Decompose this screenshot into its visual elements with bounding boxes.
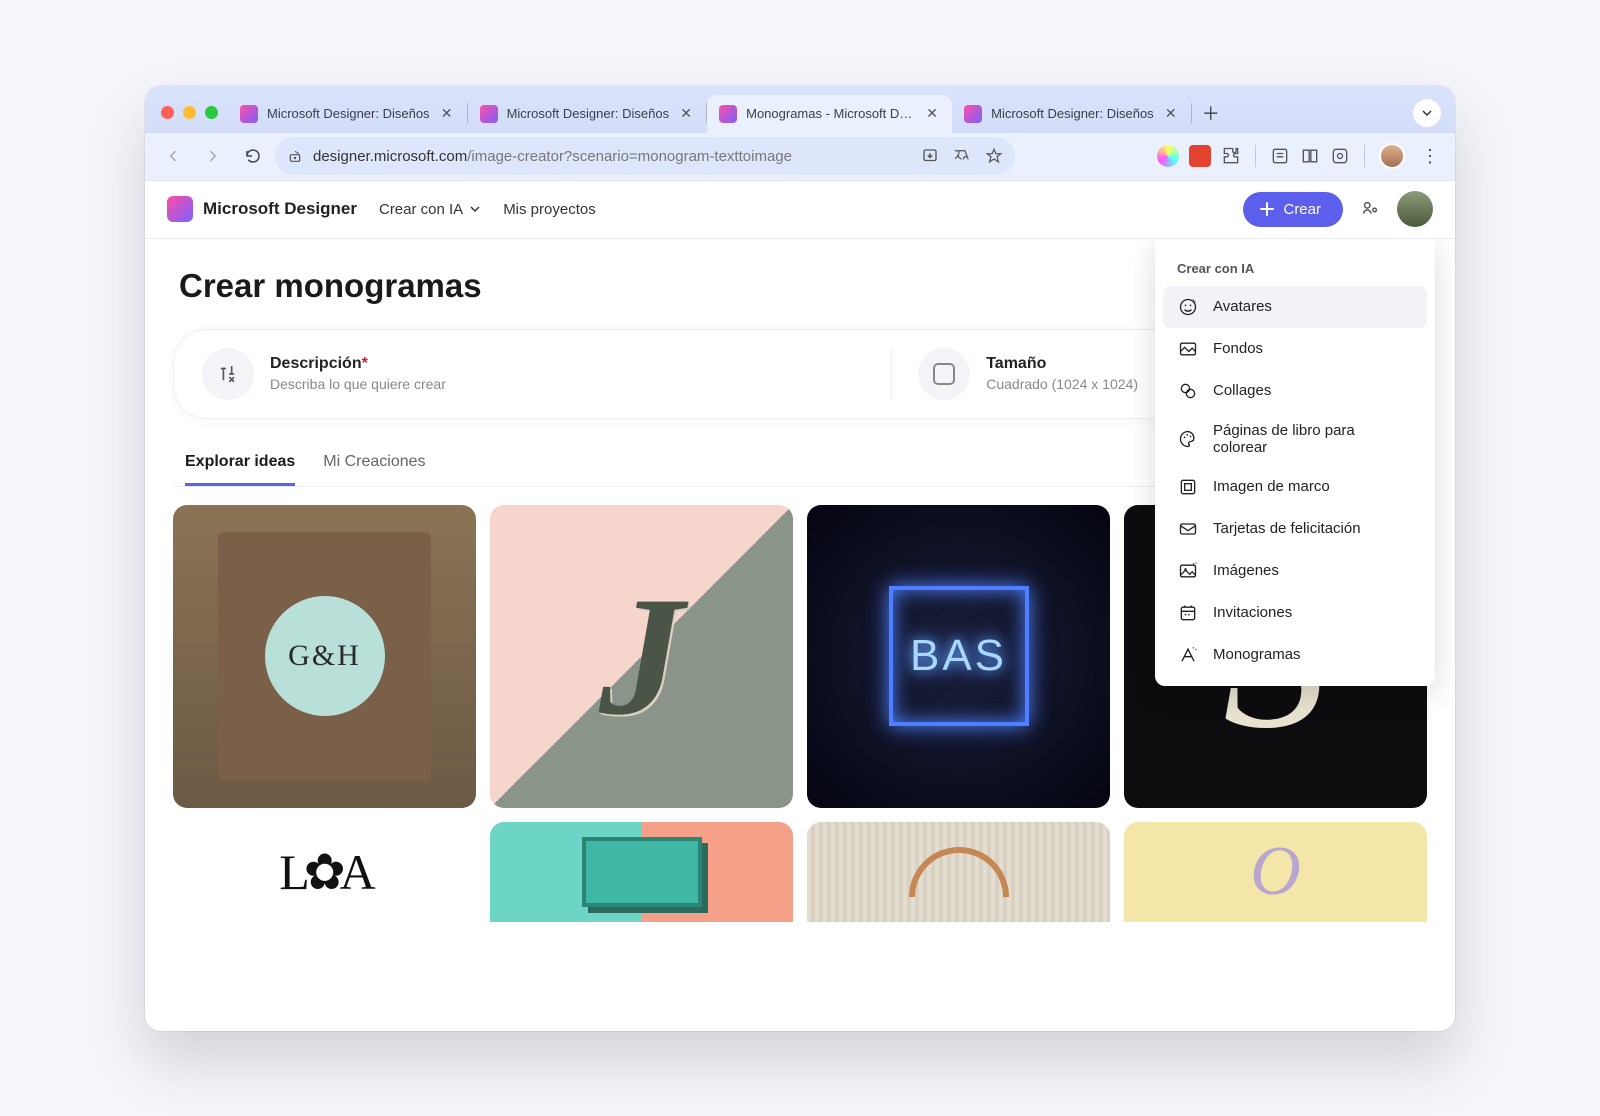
extension-icon[interactable]: [1189, 145, 1211, 167]
tab-title: Microsoft Designer: Diseños: [507, 106, 670, 121]
dropdown-item-fondos[interactable]: Fondos: [1163, 328, 1427, 370]
description-icon: [202, 348, 254, 400]
idea-card[interactable]: [807, 822, 1110, 922]
close-tab-icon[interactable]: ✕: [678, 106, 694, 122]
dropdown-item-avatares[interactable]: Avatares: [1163, 286, 1427, 328]
calendar-icon: [1177, 602, 1199, 624]
install-app-icon[interactable]: [921, 147, 939, 165]
page-body: Crear monogramas Descripción* Describa l…: [145, 239, 1455, 1031]
bookmark-icon[interactable]: [985, 147, 1003, 165]
dropdown-item-monograms[interactable]: Monogramas: [1163, 634, 1427, 676]
dropdown-item-images[interactable]: Imágenes: [1163, 550, 1427, 592]
window-controls: [155, 106, 228, 133]
share-icon[interactable]: [1359, 198, 1381, 220]
close-window[interactable]: [161, 106, 174, 119]
site-info-icon[interactable]: [287, 148, 303, 164]
size-icon: [918, 348, 970, 400]
favicon: [964, 105, 982, 123]
dropdown-item-cards[interactable]: Tarjetas de felicitación: [1163, 508, 1427, 550]
collage-icon: [1177, 380, 1199, 402]
dropdown-item-frame[interactable]: Imagen de marco: [1163, 466, 1427, 508]
dropdown-item-invitations[interactable]: Invitaciones: [1163, 592, 1427, 634]
tabs: Microsoft Designer: Diseños ✕ Microsoft …: [228, 86, 1445, 133]
idea-card[interactable]: BAS: [807, 505, 1110, 808]
tab-4[interactable]: Microsoft Designer: Diseños ✕: [952, 95, 1191, 133]
tab-3-active[interactable]: Monogramas - Microsoft Designer ✕: [707, 95, 952, 133]
idea-card[interactable]: [490, 822, 793, 922]
back-button[interactable]: [155, 138, 191, 174]
tab-title: Microsoft Designer: Diseños: [267, 106, 430, 121]
profile-avatar[interactable]: [1379, 143, 1405, 169]
frame-icon: [1177, 476, 1199, 498]
tab-explore[interactable]: Explorar ideas: [185, 453, 295, 486]
close-tab-icon[interactable]: ✕: [439, 106, 455, 122]
favicon: [719, 105, 737, 123]
idea-card[interactable]: G&H: [173, 505, 476, 808]
maximize-window[interactable]: [205, 106, 218, 119]
close-tab-icon[interactable]: ✕: [924, 106, 940, 122]
description-field[interactable]: Descripción* Describa lo que quiere crea…: [270, 355, 446, 392]
palette-icon: [1177, 428, 1199, 450]
dropdown-item-collages[interactable]: Collages: [1163, 370, 1427, 412]
url: designer.microsoft.com/image-creator?sce…: [313, 148, 792, 165]
translate-icon[interactable]: [953, 147, 971, 165]
brand-logo: [167, 196, 193, 222]
favicon: [240, 105, 258, 123]
nav-create-ai[interactable]: Crear con IA: [379, 201, 481, 218]
forward-button[interactable]: [195, 138, 231, 174]
chevron-down-icon: [469, 203, 481, 215]
tab-strip: Microsoft Designer: Diseños ✕ Microsoft …: [145, 86, 1455, 133]
user-avatar[interactable]: [1397, 191, 1433, 227]
image-icon: [1177, 560, 1199, 582]
reader-mode-icon[interactable]: [1300, 146, 1320, 166]
description-placeholder: Describa lo que quiere crear: [270, 376, 446, 392]
tabs-overflow-button[interactable]: [1413, 99, 1441, 127]
avatar-icon: [1177, 296, 1199, 318]
address-bar[interactable]: designer.microsoft.com/image-creator?sce…: [275, 137, 1015, 175]
browser-menu-icon[interactable]: ⋮: [1415, 146, 1445, 167]
create-button[interactable]: Crear: [1243, 192, 1343, 227]
brand-name: Microsoft Designer: [203, 199, 357, 219]
brand[interactable]: Microsoft Designer: [167, 196, 357, 222]
reload-button[interactable]: [235, 138, 271, 174]
app-header: Microsoft Designer Crear con IA Mis proy…: [145, 181, 1455, 239]
monogram-icon: [1177, 644, 1199, 666]
idea-card[interactable]: O: [1124, 822, 1427, 922]
extensions-menu-icon[interactable]: [1221, 146, 1241, 166]
minimize-window[interactable]: [183, 106, 196, 119]
idea-card[interactable]: J: [490, 505, 793, 808]
reading-list-icon[interactable]: [1270, 146, 1290, 166]
size-selector[interactable]: Tamaño Cuadrado (1024 x 1024): [986, 355, 1138, 392]
create-ai-dropdown: Crear con IA Avatares Fondos Collages Pá…: [1155, 239, 1435, 686]
tab-title: Microsoft Designer: Diseños: [991, 106, 1154, 121]
new-tab-button[interactable]: ＋: [1196, 98, 1226, 128]
lens-icon[interactable]: [1330, 146, 1350, 166]
dropdown-header: Crear con IA: [1163, 255, 1427, 286]
favicon: [480, 105, 498, 123]
tab-my-creations[interactable]: Mi Creaciones: [323, 453, 425, 486]
plus-icon: [1259, 201, 1275, 217]
close-tab-icon[interactable]: ✕: [1163, 106, 1179, 122]
idea-card[interactable]: L✿A: [173, 822, 476, 922]
tab-title: Monogramas - Microsoft Designer: [746, 106, 915, 121]
dropdown-item-coloring[interactable]: Páginas de libro para colorear: [1163, 412, 1427, 466]
background-icon: [1177, 338, 1199, 360]
tab-1[interactable]: Microsoft Designer: Diseños ✕: [228, 95, 467, 133]
browser-toolbar: designer.microsoft.com/image-creator?sce…: [145, 133, 1455, 181]
browser-window: Microsoft Designer: Diseños ✕ Microsoft …: [145, 86, 1455, 1031]
extension-icon[interactable]: [1157, 145, 1179, 167]
tab-2[interactable]: Microsoft Designer: Diseños ✕: [468, 95, 707, 133]
envelope-icon: [1177, 518, 1199, 540]
nav-my-projects[interactable]: Mis proyectos: [503, 201, 596, 218]
